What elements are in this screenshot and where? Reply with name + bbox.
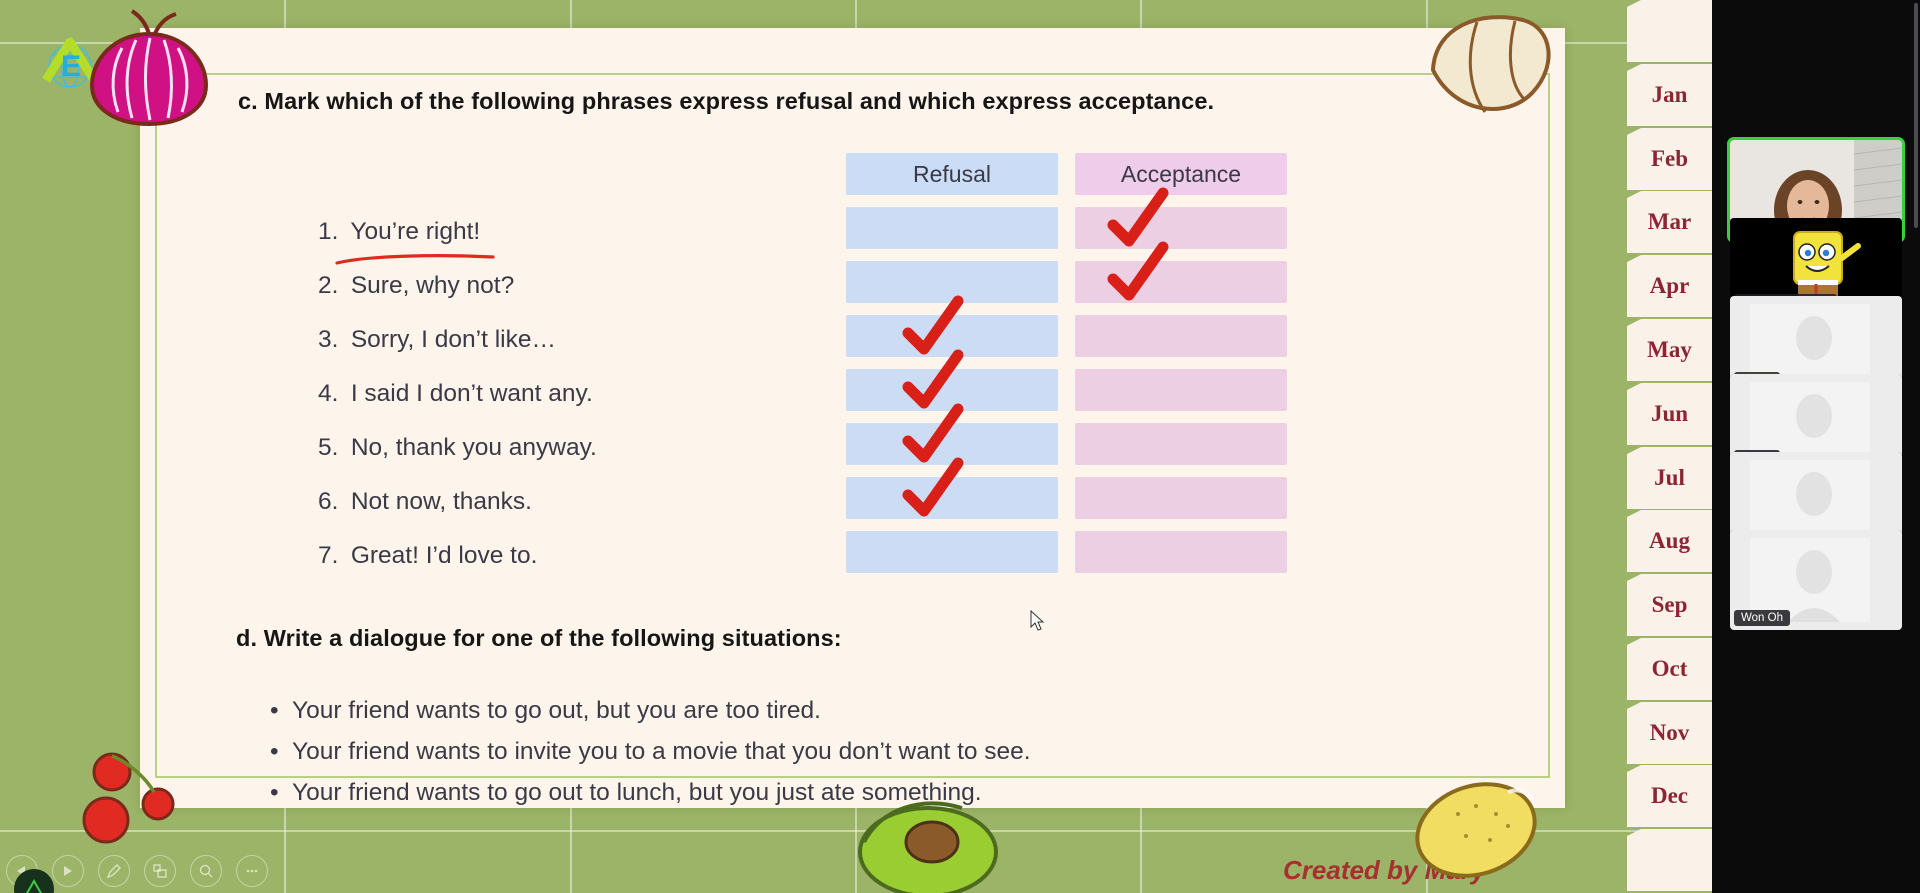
bullet-dot: • <box>270 697 279 724</box>
phrase-item: 3. Sorry, I don’t like… <box>318 313 778 367</box>
shared-screen-stage: c. Mark which of the following phrases e… <box>0 0 1712 893</box>
list-item: • Your friend wants to go out, but you ar… <box>270 690 1031 731</box>
cherry-tomatoes-illustration <box>82 752 175 844</box>
month-tab-blank[interactable] <box>1627 0 1712 62</box>
red-check-mark <box>902 457 964 517</box>
screen: c. Mark which of the following phrases e… <box>0 0 1920 893</box>
phrase-text: Great! I’d love to. <box>350 542 538 569</box>
phrase-text: Sorry, I don’t like… <box>350 326 556 353</box>
onion-illustration <box>89 9 209 127</box>
month-tab-apr[interactable]: Apr <box>1627 255 1712 317</box>
red-check-mark <box>902 295 964 355</box>
bullet-dot: • <box>270 779 279 806</box>
phrase-number: 6. <box>318 488 339 515</box>
answer-cell[interactable] <box>1075 477 1287 519</box>
svg-text:E: E <box>61 50 81 83</box>
column-header: Acceptance <box>1075 153 1287 195</box>
lemon-illustration <box>1415 782 1537 878</box>
section-c-heading: c. Mark which of the following phrases e… <box>238 88 1215 114</box>
acceptance-column: Acceptance <box>1075 153 1287 585</box>
answer-cell[interactable] <box>846 403 1058 465</box>
avocado-illustration <box>858 801 998 893</box>
phrase-text: You’re right! <box>350 218 481 245</box>
phrase-text: I said I don’t want any. <box>350 380 593 407</box>
phrase-item: 2. Sure, why not? <box>318 259 778 313</box>
participant-name: Won Oh <box>1741 612 1783 624</box>
phrase-item: 4. I said I don’t want any. <box>318 367 778 421</box>
layout-icon[interactable] <box>144 855 176 887</box>
answer-cell[interactable] <box>846 349 1058 411</box>
magnifier-icon[interactable] <box>190 855 222 887</box>
more-icon[interactable] <box>236 855 268 887</box>
participant-video-rail: MaryYGLEC 교무실김시우임채준Lee siyeonWon Oh <box>1712 0 1920 893</box>
answer-cell[interactable] <box>1075 423 1287 465</box>
phrase-number: 3. <box>318 326 339 353</box>
month-tab-dec[interactable]: Dec <box>1627 765 1712 827</box>
pen-icon[interactable] <box>98 855 130 887</box>
phrase-text: No, thank you anyway. <box>350 434 597 461</box>
phrase-text: Sure, why not? <box>350 272 515 299</box>
section-d-heading: d. Write a dialogue for one of the follo… <box>236 625 842 651</box>
answer-cell[interactable] <box>1075 315 1287 357</box>
red-check-mark <box>1107 241 1169 301</box>
month-tab-jun[interactable]: Jun <box>1627 383 1712 445</box>
phrase-number: 1. <box>318 218 339 245</box>
month-tab-mar[interactable]: Mar <box>1627 191 1712 253</box>
play-icon[interactable] <box>52 855 84 887</box>
answer-cell[interactable] <box>1075 187 1287 249</box>
red-check-mark <box>1107 187 1169 247</box>
month-tab-nov[interactable]: Nov <box>1627 702 1712 764</box>
month-tab-jul[interactable]: Jul <box>1627 447 1712 509</box>
phrase-list: 1. You’re right! 2. Sure, why not? 3. Sorr… <box>318 205 778 583</box>
phrase-number: 2. <box>318 272 339 299</box>
month-tab-oct[interactable]: Oct <box>1627 638 1712 700</box>
red-check-mark <box>902 349 964 409</box>
phrase-item: 7. Great! I’d love to. <box>318 529 778 583</box>
month-tab-may[interactable]: May <box>1627 319 1712 381</box>
participant-name-badge: Won Oh <box>1734 610 1790 626</box>
bullet-text: Your friend wants to go out, but you are… <box>292 697 821 724</box>
month-tab-jan[interactable]: Jan <box>1627 64 1712 126</box>
participant-tile[interactable]: Won Oh <box>1730 530 1902 630</box>
month-tab-sep[interactable]: Sep <box>1627 574 1712 636</box>
column-header: Refusal <box>846 153 1058 195</box>
month-tab-aug[interactable]: Aug <box>1627 510 1712 572</box>
answer-cell[interactable] <box>846 261 1058 303</box>
bullet-text: Your friend wants to invite you to a mov… <box>292 738 1031 765</box>
record-icon <box>25 879 43 893</box>
answer-cell[interactable] <box>846 207 1058 249</box>
answer-cell[interactable] <box>1075 369 1287 411</box>
answer-cell[interactable] <box>1075 531 1287 573</box>
month-tab-strip[interactable]: Jan Feb Mar Apr May Jun Jul Aug Sep Oct Nov Dec <box>1627 0 1712 893</box>
list-item: • Your friend wants to invite you to a mo… <box>270 731 1031 772</box>
phrase-number: 4. <box>318 380 339 407</box>
refusal-column: Refusal <box>846 153 1058 585</box>
red-check-mark <box>902 403 964 463</box>
garlic-illustration <box>1430 15 1551 113</box>
phrase-text: Not now, thanks. <box>350 488 532 515</box>
phrase-item: 6. Not now, thanks. <box>318 475 778 529</box>
month-tab-feb[interactable]: Feb <box>1627 128 1712 190</box>
answer-cell[interactable] <box>846 457 1058 519</box>
answer-cell[interactable] <box>846 531 1058 573</box>
phrase-number: 5. <box>318 434 339 461</box>
phrase-item: 1. You’re right! <box>318 205 778 259</box>
answer-cell[interactable] <box>846 295 1058 357</box>
month-tab-blank[interactable] <box>1627 829 1712 891</box>
phrase-item: 5. No, thank you anyway. <box>318 421 778 475</box>
phrase-number: 7. <box>318 542 339 569</box>
rail-scrollbar[interactable] <box>1914 3 1918 228</box>
mouse-cursor <box>1030 610 1045 631</box>
answer-cell[interactable] <box>1075 241 1287 303</box>
bullet-dot: • <box>270 738 279 765</box>
